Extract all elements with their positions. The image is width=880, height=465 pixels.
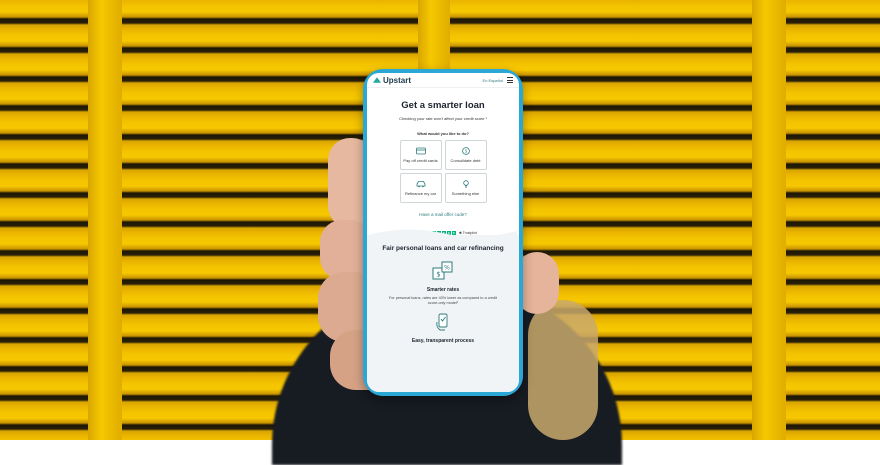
brand-name: Upstart <box>383 75 412 85</box>
option-label: Pay off credit cards <box>403 158 438 163</box>
option-pay-off-credit-cards[interactable]: Pay off credit cards <box>399 140 442 170</box>
app-header: Upstart En Español <box>367 73 519 88</box>
option-refinance-car[interactable]: Refinance my car <box>399 173 442 203</box>
brand-logo[interactable]: Upstart <box>373 76 411 85</box>
svg-text:%: % <box>444 265 450 272</box>
phone-hand-icon <box>436 313 448 331</box>
purpose-options: Pay off credit cards $ Consolidate debt … <box>367 140 519 203</box>
features-heading: Fair personal loans and car refinancing <box>382 245 504 252</box>
page-title: Get a smarter loan <box>401 100 485 111</box>
smarter-rates-icon: $ % <box>432 261 453 280</box>
consolidate-icon: $ <box>461 147 470 155</box>
features-section: Fair personal loans and car refinancing … <box>367 235 519 392</box>
option-label: Something else <box>451 191 480 196</box>
smartphone: Upstart En Español Get a smarter loan Ch… <box>363 69 523 396</box>
upstart-logo-icon <box>373 77 381 83</box>
background-post-left <box>88 0 122 440</box>
svg-text:$: $ <box>464 149 467 154</box>
option-label: Consolidate debt <box>450 158 481 163</box>
svg-text:$: $ <box>436 271 440 279</box>
background-post-right <box>752 0 786 440</box>
option-label: Refinance my car <box>404 191 437 196</box>
credit-card-icon <box>415 147 426 155</box>
feature-title: Smarter rates <box>426 287 460 293</box>
bag-strap <box>528 300 598 440</box>
mail-offer-link[interactable]: Have a mail offer code? <box>367 212 519 217</box>
phone-screen: Upstart En Español Get a smarter loan Ch… <box>367 73 519 392</box>
feature-description: For personal loans, rates are 43% lower … <box>388 296 498 305</box>
hamburger-menu-icon[interactable] <box>507 77 513 83</box>
purpose-question: What would you like to do? <box>417 131 469 136</box>
lightbulb-icon <box>462 180 469 188</box>
page-subtitle: Checking your rate won't affect your cre… <box>399 116 487 121</box>
car-icon <box>416 181 425 188</box>
option-consolidate-debt[interactable]: $ Consolidate debt <box>444 140 487 170</box>
option-something-else[interactable]: Something else <box>444 173 487 203</box>
feature-title: Easy, transparent process <box>411 338 475 344</box>
language-link[interactable]: En Español <box>483 78 503 83</box>
